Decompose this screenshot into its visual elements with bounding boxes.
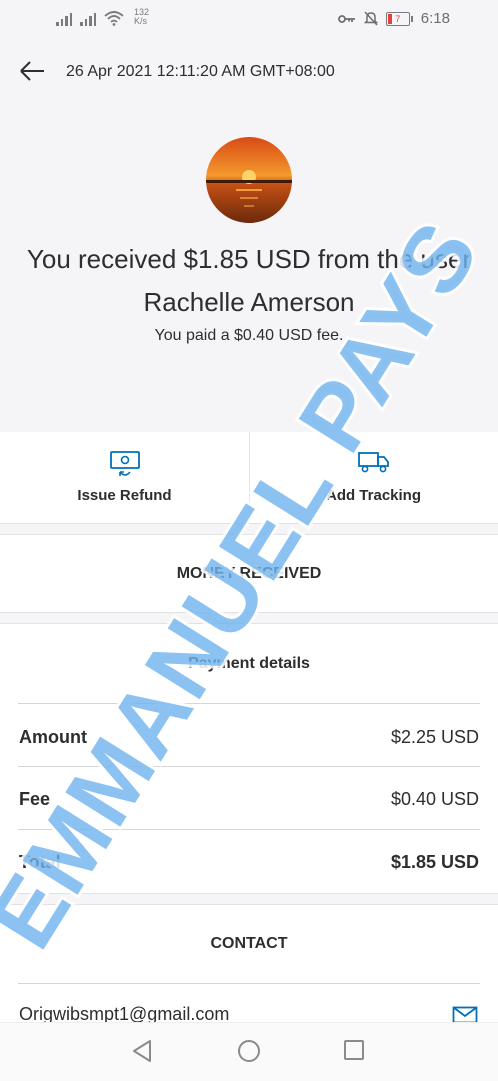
add-tracking-label: Add Tracking: [325, 487, 422, 504]
add-tracking-button[interactable]: Add Tracking: [249, 432, 498, 524]
wifi-icon: [104, 11, 124, 26]
back-button[interactable]: [18, 58, 48, 84]
fee-value: $0.40 USD: [390, 789, 479, 809]
issue-refund-button[interactable]: Issue Refund: [0, 432, 249, 524]
battery-icon: 7: [385, 11, 413, 26]
triangle-back-icon: [133, 1040, 151, 1062]
divider: [249, 432, 250, 524]
fee-note: You paid a $0.40 USD fee.: [154, 327, 344, 344]
back-arrow-icon: [20, 61, 44, 81]
contact-title: CONTACT: [210, 935, 288, 952]
mute-icon: [363, 11, 378, 26]
total-label: Total: [19, 852, 61, 872]
total-value: $1.85 USD: [390, 852, 479, 872]
refund-icon: [109, 451, 140, 476]
network-speed: 132 K/s: [134, 8, 149, 26]
nav-recents-button[interactable]: [343, 1039, 365, 1066]
divider: [0, 612, 498, 624]
transaction-headline: You received $1.85 USD from the user Rac…: [26, 244, 472, 317]
money-received-status: MONEY RECEIVED: [176, 565, 322, 582]
key-icon: [337, 14, 355, 23]
payment-details-title: Payment details: [188, 655, 310, 672]
transaction-date: 26 Apr 2021 12:11:20 AM GMT+08:00: [66, 63, 335, 80]
status-bar: 132 K/s 7 6:18: [0, 0, 498, 38]
avatar: [206, 137, 292, 223]
divider: [18, 983, 480, 984]
battery-level: 7: [395, 13, 401, 24]
amount-value: $2.25 USD: [390, 727, 479, 747]
divider: [18, 829, 480, 830]
nav-home-button[interactable]: [237, 1039, 261, 1068]
square-recents-icon: [344, 1040, 364, 1060]
truck-icon: [357, 452, 389, 473]
nav-back-button[interactable]: [131, 1039, 153, 1068]
divider: [18, 703, 480, 704]
navigation-bar: [0, 1022, 498, 1081]
circle-home-icon: [238, 1040, 260, 1062]
signal-icon: [80, 13, 96, 26]
divider: [0, 523, 498, 535]
signal-icon: [56, 13, 72, 26]
network-speed-unit: K/s: [134, 16, 148, 26]
clock: 6:18: [420, 10, 450, 27]
issue-refund-label: Issue Refund: [77, 487, 172, 504]
divider: [0, 893, 498, 905]
divider: [18, 766, 480, 767]
amount-label: Amount: [19, 727, 87, 747]
fee-label: Fee: [19, 789, 51, 809]
